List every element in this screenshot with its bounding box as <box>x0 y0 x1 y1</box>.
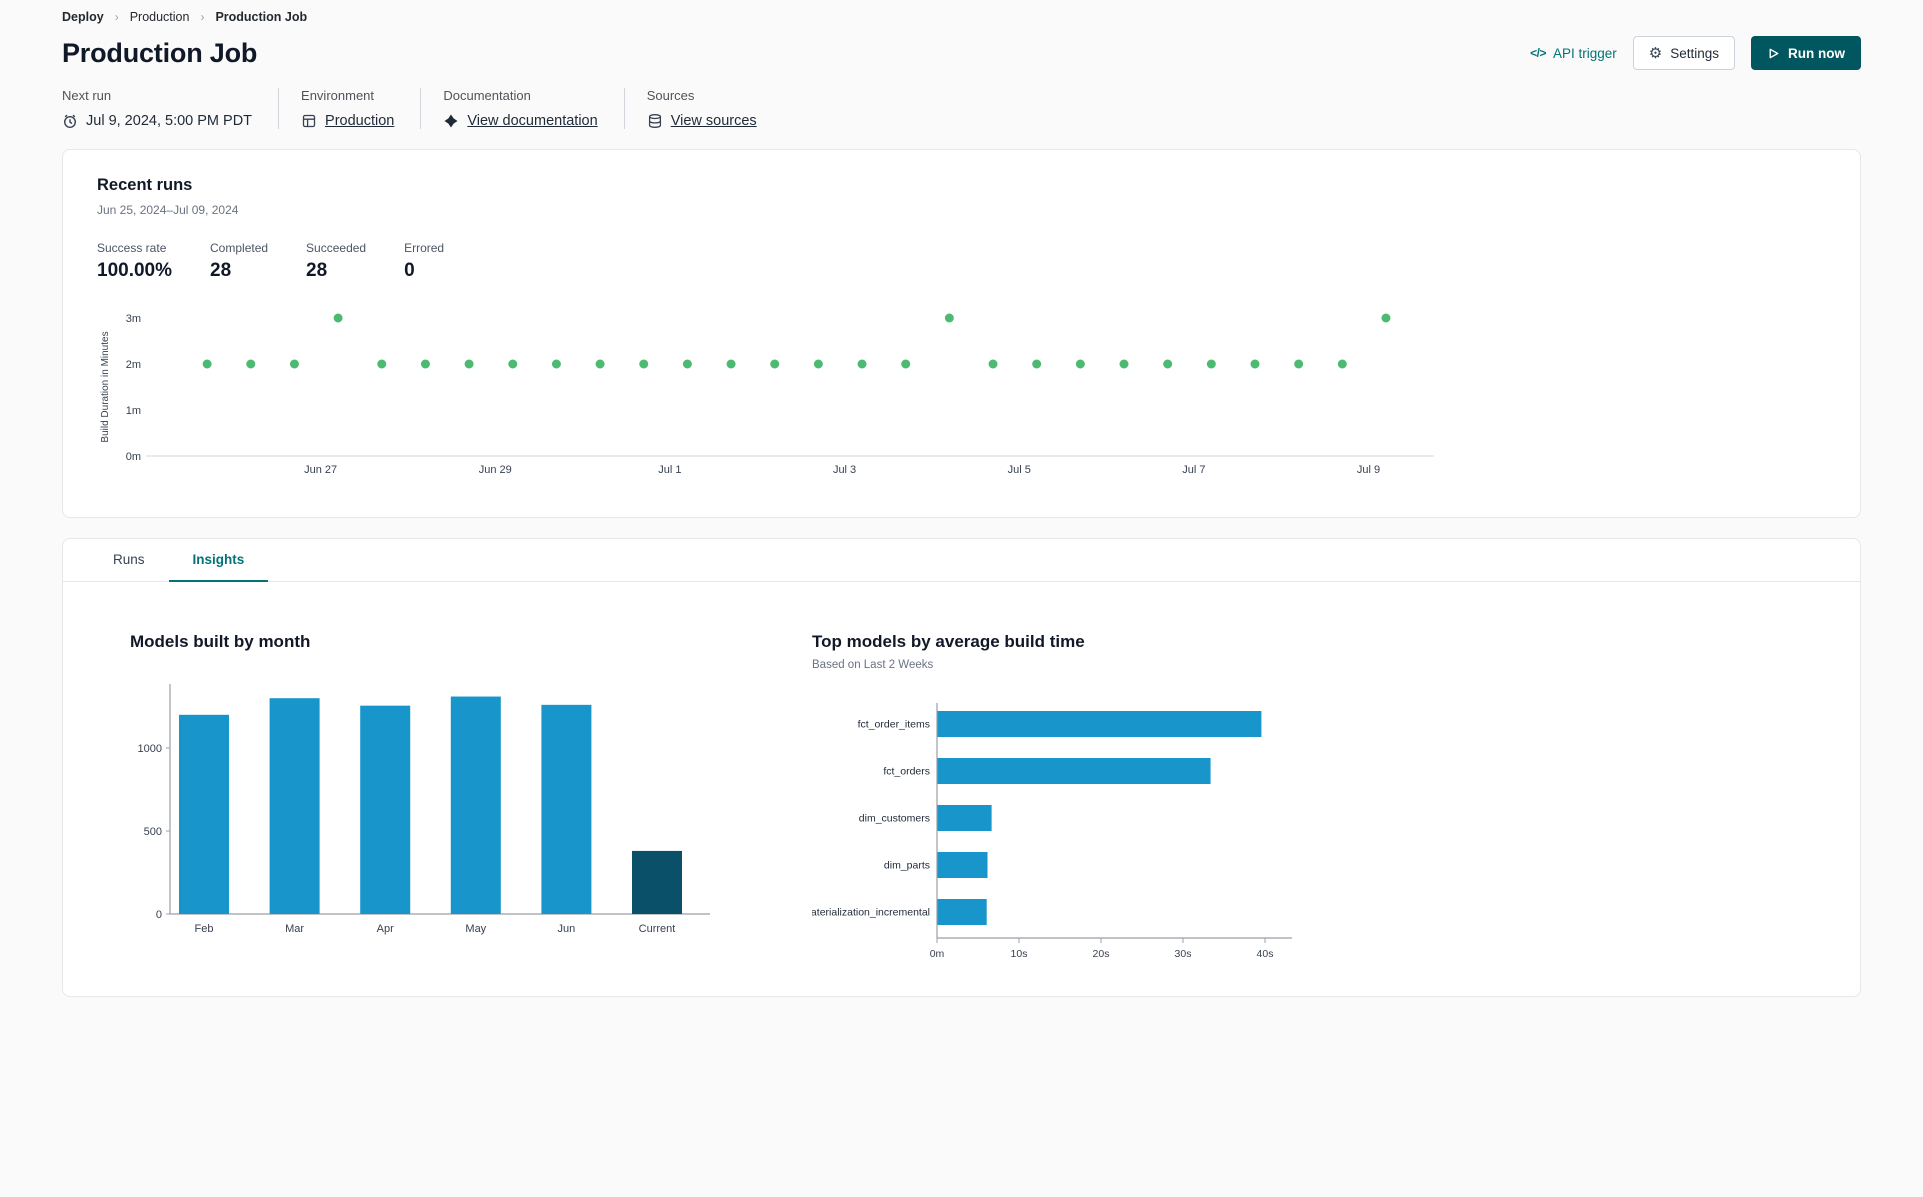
svg-text:Jun: Jun <box>558 923 576 935</box>
top-models-title: Top models by average build time <box>812 632 1085 651</box>
tab-runs[interactable]: Runs <box>89 539 169 582</box>
svg-text:Jul 5: Jul 5 <box>1008 464 1031 476</box>
svg-text:0: 0 <box>156 909 162 921</box>
svg-text:Jul 7: Jul 7 <box>1182 464 1205 476</box>
environment-icon <box>301 113 317 129</box>
svg-text:10s: 10s <box>1011 948 1028 960</box>
svg-text:dim_parts: dim_parts <box>884 860 930 872</box>
stat-success-rate: Success rate 100.00% <box>97 241 172 282</box>
gear-icon: ⚙ <box>1648 44 1663 62</box>
stat-errored: Errored 0 <box>404 241 444 282</box>
svg-text:Jun 29: Jun 29 <box>479 464 512 476</box>
breadcrumb-separator: › <box>200 10 205 24</box>
svg-text:1000: 1000 <box>138 743 162 755</box>
stat-completed: Completed 28 <box>210 241 268 282</box>
recent-runs-card: Recent runs Jun 25, 2024–Jul 09, 2024 Su… <box>62 149 1861 518</box>
documentation-section: Documentation View documentation <box>420 88 623 129</box>
svg-text:2m: 2m <box>126 359 141 371</box>
svg-text:30s: 30s <box>1175 948 1192 960</box>
svg-text:Jul 1: Jul 1 <box>658 464 681 476</box>
svg-text:500: 500 <box>144 826 162 838</box>
breadcrumb-item-deploy[interactable]: Deploy <box>62 10 104 24</box>
play-icon <box>1767 47 1780 60</box>
next-run-value: Jul 9, 2024, 5:00 PM PDT <box>86 113 253 129</box>
breadcrumb-item-production-job: Production Job <box>215 10 308 24</box>
sources-label: Sources <box>646 88 695 103</box>
tab-bar: Runs Insights <box>63 539 1860 582</box>
page-title: Production Job <box>62 37 258 68</box>
stat-label: Success rate <box>97 241 167 255</box>
stat-value: 28 <box>306 260 328 281</box>
environment-label: Environment <box>301 88 375 103</box>
run-now-button[interactable]: Run now <box>1751 36 1861 70</box>
breadcrumb: Deploy › Production › Production Job <box>62 10 1861 24</box>
page: Deploy › Production › Production Job Product… <box>0 0 1923 997</box>
svg-text:0m: 0m <box>126 451 141 463</box>
tab-insights[interactable]: Insights <box>168 539 269 582</box>
view-documentation-link[interactable]: View documentation <box>467 113 597 129</box>
breadcrumb-separator: › <box>114 10 119 24</box>
breadcrumb-item-production[interactable]: Production <box>130 10 190 24</box>
svg-text:May: May <box>465 923 486 935</box>
database-icon <box>647 113 663 129</box>
svg-text:Mar: Mar <box>285 923 304 935</box>
svg-text:fct_order_items: fct_order_items <box>858 719 930 731</box>
models-built-title: Models built by month <box>130 632 311 651</box>
svg-text:Jul 9: Jul 9 <box>1357 464 1380 476</box>
api-trigger-link[interactable]: </> API trigger <box>1530 46 1617 61</box>
svg-text:materialization_incremental: materialization_incremental <box>812 907 930 919</box>
svg-text:Jun 27: Jun 27 <box>304 464 337 476</box>
header-actions: </> API trigger ⚙ Settings Run now <box>1530 36 1861 70</box>
tabs-card: Runs Insights Models built by month 0 500 1… <box>62 538 1861 997</box>
next-run-section: Next run Jul 9, 2024, 5:00 PM PDT <box>62 88 278 129</box>
svg-text:Feb: Feb <box>195 923 214 935</box>
models-built-by-month-chart: Models built by month 0 500 1000 Feb Mar Apr M… <box>130 632 750 966</box>
code-icon: </> <box>1530 46 1546 60</box>
sources-section: Sources View sources <box>623 88 783 129</box>
svg-text:Jul 3: Jul 3 <box>833 464 856 476</box>
docs-icon <box>443 113 459 129</box>
svg-text:Current: Current <box>639 923 676 935</box>
stat-label: Succeeded <box>306 241 367 255</box>
environment-section: Environment Production <box>278 88 420 129</box>
stats-row: Success rate 100.00% Completed 28 Succeeded 2… <box>97 241 1826 282</box>
stat-value: 28 <box>210 260 232 281</box>
svg-text:40s: 40s <box>1257 948 1274 960</box>
top-models-chart: Top models by average build time Based o… <box>802 632 1332 966</box>
clock-icon <box>62 113 78 129</box>
stat-succeeded: Succeeded 28 <box>306 241 366 282</box>
info-bar: Next run Jul 9, 2024, 5:00 PM PDT Enviro… <box>62 88 1861 129</box>
svg-text:1m: 1m <box>126 405 141 417</box>
settings-label: Settings <box>1670 45 1719 61</box>
insights-panel: Models built by month 0 500 1000 Feb Mar Apr M… <box>63 582 1860 966</box>
next-run-label: Next run <box>62 88 112 103</box>
svg-text:3m: 3m <box>126 313 141 325</box>
recent-runs-title: Recent runs <box>97 176 193 194</box>
stat-value: 0 <box>404 260 415 281</box>
run-now-label: Run now <box>1788 45 1845 61</box>
settings-button[interactable]: ⚙ Settings <box>1632 36 1735 70</box>
stat-value: 100.00% <box>97 260 173 281</box>
documentation-label: Documentation <box>443 88 531 103</box>
svg-text:fct_orders: fct_orders <box>883 766 930 778</box>
build-duration-chart: 0m 1m 2m 3m Jun 27 Jun 29 Jul 1 Jul 3 Jul 5 Jul 7… <box>97 304 1826 487</box>
top-models-subtitle: Based on Last 2 Weeks <box>812 659 934 671</box>
page-header: Production Job </> API trigger ⚙ Setting… <box>62 36 1861 70</box>
svg-text:Apr: Apr <box>377 923 394 935</box>
svg-text:20s: 20s <box>1093 948 1110 960</box>
svg-text:dim_customers: dim_customers <box>859 813 930 825</box>
api-trigger-label: API trigger <box>1552 45 1617 61</box>
stat-label: Completed <box>210 241 269 255</box>
stat-label: Errored <box>404 241 445 255</box>
environment-link[interactable]: Production <box>325 113 394 129</box>
view-sources-link[interactable]: View sources <box>671 113 757 129</box>
recent-runs-date-range: Jun 25, 2024–Jul 09, 2024 <box>97 203 239 217</box>
svg-text:0m: 0m <box>930 948 945 960</box>
svg-text:Build Duration in Minutes: Build Duration in Minutes <box>100 331 111 442</box>
